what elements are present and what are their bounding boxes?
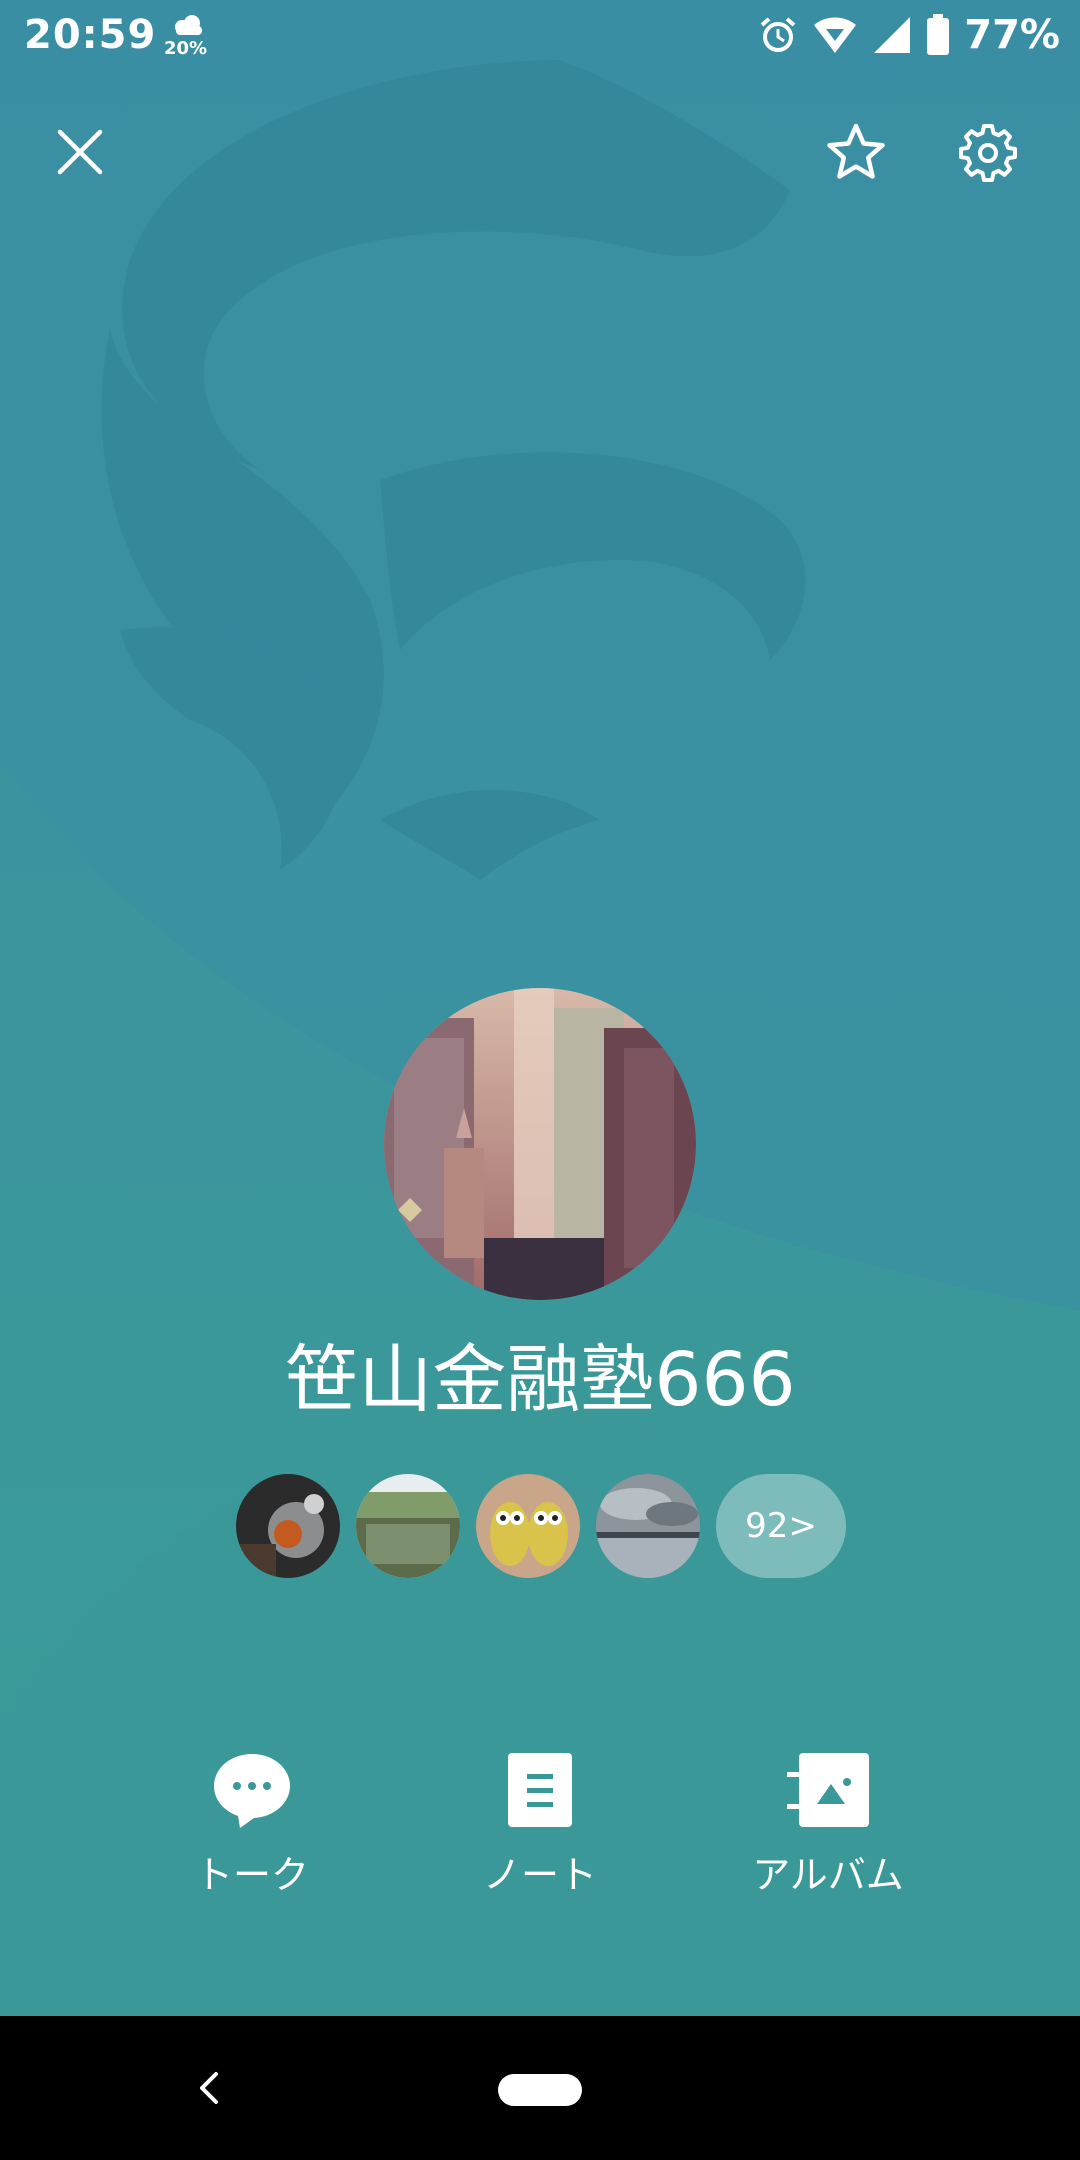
status-icons: 77% xyxy=(758,10,1060,60)
star-icon xyxy=(827,123,885,179)
battery-percent: 77% xyxy=(964,12,1060,58)
photo-thumbnail-lake[interactable] xyxy=(596,1474,700,1578)
note-button[interactable]: ノート xyxy=(440,1748,640,1899)
back-arrow-icon xyxy=(200,2072,218,2104)
chat-bubble-icon xyxy=(214,1754,290,1828)
profile-avatar[interactable] xyxy=(384,988,696,1300)
note-icon xyxy=(508,1753,572,1827)
weather-icon xyxy=(175,15,202,35)
settings-button[interactable] xyxy=(948,112,1028,192)
favorite-button[interactable] xyxy=(816,112,896,192)
lake-photo xyxy=(596,1474,700,1578)
talk-label: トーク xyxy=(194,1853,309,1897)
owls-photo xyxy=(476,1474,580,1578)
weather-indicator: 20% xyxy=(164,14,210,60)
note-label: ノート xyxy=(482,1853,597,1897)
photo-thumbnail-pond[interactable] xyxy=(356,1474,460,1578)
cell-signal-icon xyxy=(874,17,911,53)
home-button[interactable] xyxy=(498,2074,582,2106)
album-label: アルバム xyxy=(752,1853,904,1897)
album-icon xyxy=(787,1753,869,1827)
status-time: 20:59 xyxy=(24,12,157,58)
photo-thumbnail-cat[interactable] xyxy=(236,1474,340,1578)
cat-photo xyxy=(236,1474,340,1578)
alarm-icon xyxy=(760,17,796,52)
pond-photo xyxy=(356,1474,460,1578)
profile-name: 笹山金融塾666 xyxy=(284,1337,796,1423)
weather-percent: 20% xyxy=(164,38,208,59)
more-photos-button[interactable]: 92> xyxy=(716,1474,846,1578)
talk-button[interactable]: トーク xyxy=(152,1748,352,1899)
photo-strip: 92> xyxy=(236,1474,846,1578)
wifi-icon xyxy=(814,17,857,53)
status-bar: 20:59 20% 77% xyxy=(0,0,1080,72)
close-button[interactable] xyxy=(40,112,120,192)
photo-thumbnail-owls[interactable] xyxy=(476,1474,580,1578)
back-button[interactable] xyxy=(186,2064,234,2112)
profile-screen: 20:59 20% 77% 笹山金融塾666 92> トーク ノート アルバム xyxy=(0,0,1080,2016)
battery-icon xyxy=(927,14,950,55)
city-photo xyxy=(384,988,696,1300)
album-button[interactable]: アルバム xyxy=(728,1748,928,1899)
gear-icon xyxy=(959,124,1017,182)
close-icon xyxy=(57,129,103,175)
